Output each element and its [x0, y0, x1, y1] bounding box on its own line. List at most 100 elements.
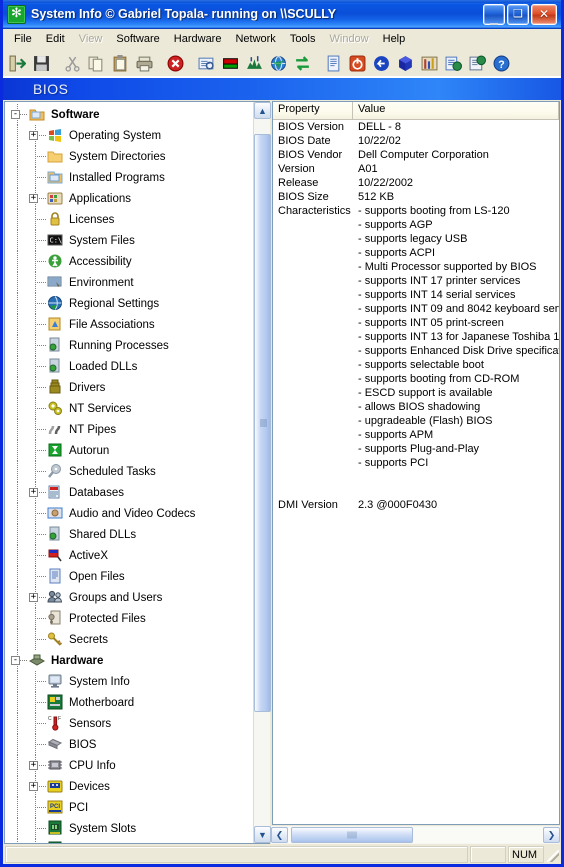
tree-item-system-info[interactable]: System Info [5, 671, 253, 692]
tree-scrollbar-thumb[interactable] [254, 133, 271, 712]
tree-item-scheduled-tasks[interactable]: Scheduled Tasks [5, 461, 253, 482]
save-icon[interactable] [30, 52, 52, 74]
tree-item-applications[interactable]: + Applications [5, 188, 253, 209]
tree-collapse-button[interactable]: - [11, 656, 20, 665]
menu-hardware[interactable]: Hardware [167, 31, 229, 47]
tree-item-audio-and-video-codecs[interactable]: Audio and Video Codecs [5, 503, 253, 524]
tree-item-licenses[interactable]: Licenses [5, 209, 253, 230]
tree-item-regional-settings[interactable]: Regional Settings [5, 293, 253, 314]
property-row[interactable] [273, 485, 559, 499]
tree-item-system-directories[interactable]: System Directories [5, 146, 253, 167]
property-row[interactable]: - supports booting from CD-ROM [273, 373, 559, 387]
property-row[interactable]: - supports Plug-and-Play [273, 443, 559, 457]
menu-help[interactable]: Help [376, 31, 413, 47]
globe-back-icon[interactable] [370, 52, 392, 74]
refresh-icon[interactable] [291, 52, 313, 74]
property-row[interactable]: - supports INT 13 for Japanese Toshiba 1… [273, 331, 559, 345]
copy-icon[interactable] [85, 52, 107, 74]
property-row[interactable]: - allows BIOS shadowing [273, 401, 559, 415]
property-row[interactable]: - supports Enhanced Disk Drive specifica… [273, 345, 559, 359]
detail-horizontal-scrollbar[interactable]: ❮ ❯ [271, 826, 560, 844]
property-row[interactable]: Version A01 [273, 163, 559, 177]
tools-icon[interactable] [418, 52, 440, 74]
hscroll-thumb[interactable] [290, 827, 413, 843]
menu-edit[interactable]: Edit [39, 31, 72, 47]
tree-scroll-down-button[interactable]: ▼ [254, 826, 271, 843]
tree-item-secrets[interactable]: Secrets [5, 629, 253, 650]
monitor-icon[interactable] [243, 52, 265, 74]
property-row[interactable]: - upgradeable (Flash) BIOS [273, 415, 559, 429]
menu-network[interactable]: Network [228, 31, 282, 47]
property-row[interactable]: DMI Version 2.3 @000F0430 [273, 499, 559, 513]
property-row[interactable]: - ESCD support is available [273, 387, 559, 401]
close-button[interactable]: ✕ [531, 3, 557, 25]
property-row[interactable]: Release 10/22/2002 [273, 177, 559, 191]
tree-item-drivers[interactable]: Drivers [5, 377, 253, 398]
navigation-tree[interactable]: - Software + Operating System System Directo… [5, 102, 253, 843]
web-page-icon[interactable] [466, 52, 488, 74]
tree-item-file-associations[interactable]: File Associations [5, 314, 253, 335]
minimize-button[interactable]: _ [483, 3, 505, 25]
resize-grip[interactable] [546, 846, 560, 863]
property-row[interactable]: BIOS Size 512 KB [273, 191, 559, 205]
help-icon[interactable]: ? [490, 52, 512, 74]
tree-item-devices[interactable]: + Devices [5, 776, 253, 797]
document-icon[interactable] [322, 52, 344, 74]
tree-item-accessibility[interactable]: Accessibility [5, 251, 253, 272]
tree-collapse-button[interactable]: - [11, 110, 20, 119]
menu-tools[interactable]: Tools [283, 31, 323, 47]
tree-item-system-files[interactable]: C:\ System Files [5, 230, 253, 251]
tree-item-bios[interactable]: BIOS [5, 734, 253, 755]
tree-item-cpu-info[interactable]: + CPU Info [5, 755, 253, 776]
delete-icon[interactable] [164, 52, 186, 74]
list-body[interactable]: BIOS Version DELL - 8 BIOS Date 10/22/02 BIO… [273, 120, 559, 824]
hscroll-left-button[interactable]: ❮ [271, 827, 288, 843]
cube-icon[interactable] [394, 52, 416, 74]
property-row[interactable]: Characteristics - supports booting from L… [273, 205, 559, 219]
tree-item-operating-system[interactable]: + Operating System [5, 125, 253, 146]
tree-item-network-cards[interactable]: Network Cards [5, 839, 253, 843]
hscroll-track[interactable] [288, 827, 543, 843]
tree-item-databases[interactable]: + Databases [5, 482, 253, 503]
property-row[interactable]: - supports selectable boot [273, 359, 559, 373]
tree-item-activex[interactable]: ActiveX [5, 545, 253, 566]
paste-icon[interactable] [109, 52, 131, 74]
tree-item-autorun[interactable]: Autorun [5, 440, 253, 461]
property-row[interactable] [273, 471, 559, 485]
tree-expand-button[interactable]: + [29, 488, 38, 497]
maximize-button[interactable]: ❑ [507, 3, 529, 25]
tree-item-shared-dlls[interactable]: Shared DLLs [5, 524, 253, 545]
tree-scroll-up-button[interactable]: ▲ [254, 102, 271, 119]
menu-software[interactable]: Software [109, 31, 166, 47]
property-row[interactable]: - supports INT 14 serial services [273, 289, 559, 303]
web-update-icon[interactable] [442, 52, 464, 74]
tree-item-protected-files[interactable]: Protected Files [5, 608, 253, 629]
property-row[interactable]: - supports INT 05 print-screen [273, 317, 559, 331]
tree-item-pci[interactable]: PCI PCI [5, 797, 253, 818]
tree-item-open-files[interactable]: Open Files [5, 566, 253, 587]
shutdown-icon[interactable] [346, 52, 368, 74]
property-row[interactable]: - supports PCI [273, 457, 559, 471]
property-row[interactable]: - supports INT 17 printer services [273, 275, 559, 289]
print-icon[interactable] [133, 52, 155, 74]
tree-expand-button[interactable]: + [29, 194, 38, 203]
property-row[interactable]: - supports APM [273, 429, 559, 443]
property-row[interactable]: BIOS Version DELL - 8 [273, 121, 559, 135]
hscroll-right-button[interactable]: ❯ [543, 827, 560, 843]
tree-item-hardware[interactable]: - Hardware [5, 650, 253, 671]
property-row[interactable]: - supports INT 09 and 8042 keyboard serv [273, 303, 559, 317]
tree-expand-button[interactable]: + [29, 761, 38, 770]
tree-item-nt-pipes[interactable]: NT Pipes [5, 419, 253, 440]
tree-item-groups-and-users[interactable]: + Groups and Users [5, 587, 253, 608]
property-row[interactable]: - supports AGP [273, 219, 559, 233]
menu-file[interactable]: File [7, 31, 39, 47]
column-header-property[interactable]: Property [273, 102, 353, 119]
property-row[interactable]: BIOS Vendor Dell Computer Corporation [273, 149, 559, 163]
tree-item-installed-programs[interactable]: Installed Programs [5, 167, 253, 188]
property-row[interactable]: - supports legacy USB [273, 233, 559, 247]
tree-item-motherboard[interactable]: Motherboard [5, 692, 253, 713]
report-icon[interactable] [195, 52, 217, 74]
tree-expand-button[interactable]: + [29, 131, 38, 140]
tree-expand-button[interactable]: + [29, 782, 38, 791]
tree-item-loaded-dlls[interactable]: Loaded DLLs [5, 356, 253, 377]
